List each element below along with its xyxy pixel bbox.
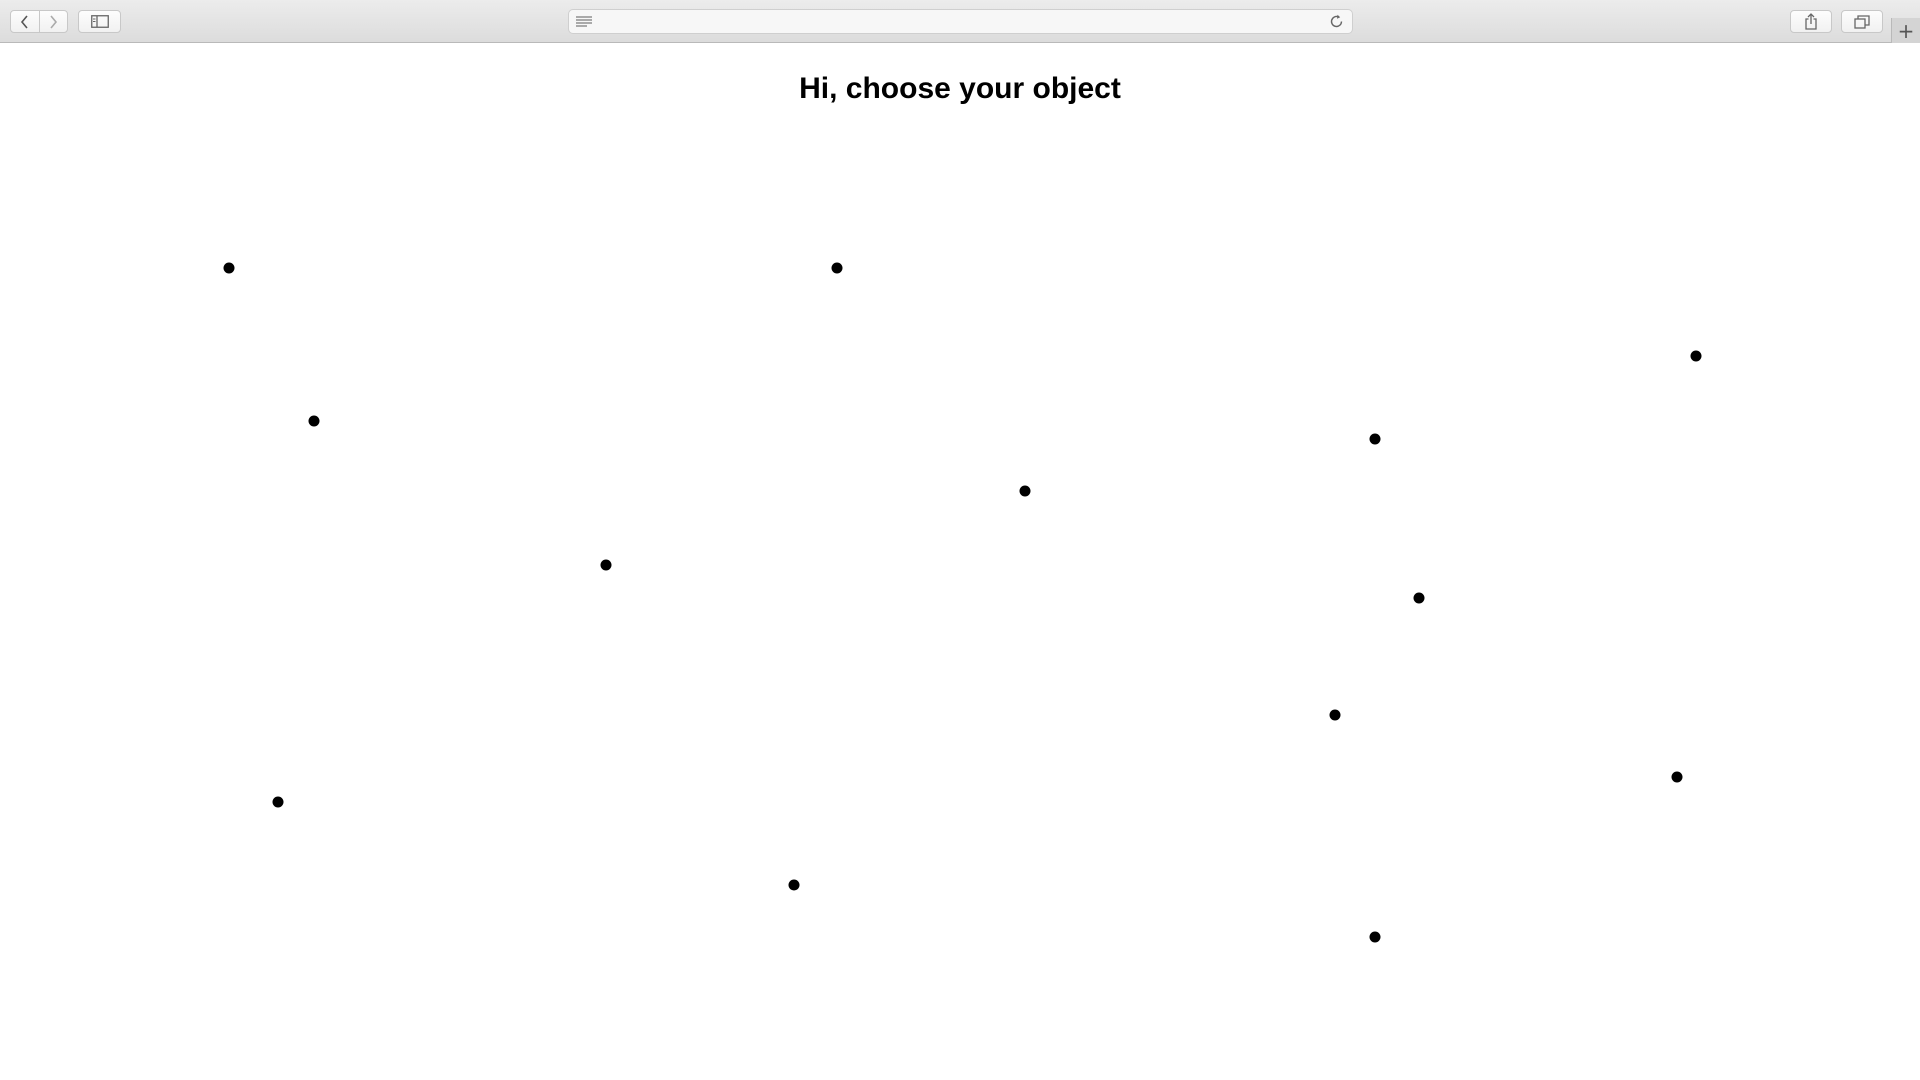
sidebar-icon	[90, 15, 109, 28]
object-dot[interactable]	[1690, 350, 1702, 362]
object-dot[interactable]	[308, 415, 320, 427]
object-dot[interactable]	[1329, 709, 1341, 721]
new-tab-button[interactable]: +	[1891, 18, 1920, 43]
object-dot[interactable]	[1413, 592, 1425, 604]
tab-overview-icon	[1854, 14, 1870, 29]
tab-overview-button[interactable]	[1841, 10, 1883, 33]
address-bar[interactable]	[568, 9, 1353, 34]
object-dot[interactable]	[1019, 485, 1031, 497]
object-dot[interactable]	[831, 262, 843, 274]
back-button[interactable]	[11, 11, 39, 32]
browser-toolbar: +	[0, 0, 1920, 43]
object-dot[interactable]	[1369, 433, 1381, 445]
object-dot[interactable]	[1369, 931, 1381, 943]
navigation-buttons	[10, 10, 68, 33]
chevron-left-icon	[20, 14, 28, 29]
object-dot[interactable]	[788, 879, 800, 891]
object-dot[interactable]	[1671, 771, 1683, 783]
chevron-right-icon	[50, 14, 58, 29]
sidebar-button[interactable]	[78, 10, 121, 33]
reload-icon[interactable]	[1329, 14, 1344, 29]
share-icon	[1805, 13, 1817, 30]
page-title: Hi, choose your object	[799, 72, 1121, 105]
object-dot[interactable]	[223, 262, 235, 274]
object-dot[interactable]	[600, 559, 612, 571]
forward-button[interactable]	[38, 11, 68, 32]
object-field	[0, 0, 1920, 1080]
share-button[interactable]	[1790, 10, 1832, 33]
reader-lines-icon[interactable]	[575, 15, 593, 28]
object-dot[interactable]	[272, 796, 284, 808]
